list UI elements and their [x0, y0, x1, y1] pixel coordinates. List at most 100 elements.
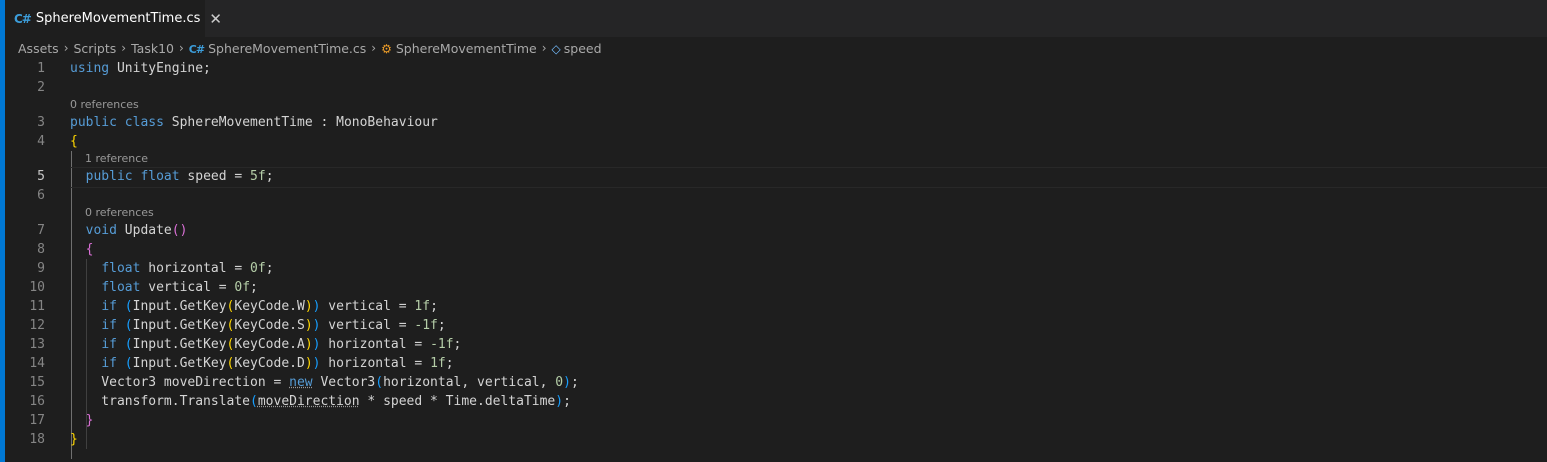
breadcrumb-scripts[interactable]: Scripts [74, 41, 117, 56]
code-line[interactable]: 10 float vertical = 0f; [5, 278, 1547, 297]
code-token: Input.GetKey [132, 337, 227, 352]
code-text: float vertical = 0f; [70, 278, 258, 297]
code-text: if (Input.GetKey(KeyCode.W)) vertical = … [70, 297, 438, 316]
code-token: Update [124, 223, 172, 238]
code-line[interactable]: 13 if (Input.GetKey(KeyCode.A)) horizont… [5, 335, 1547, 354]
code-token: float [140, 169, 180, 184]
code-token: ; [570, 375, 579, 390]
code-line[interactable]: 4{ [5, 132, 1547, 151]
code-line[interactable]: 16 transform.Translate(moveDirection * s… [5, 392, 1547, 411]
code-line[interactable]: 2 [5, 78, 1547, 97]
breadcrumb-task10[interactable]: Task10 [131, 41, 174, 56]
code-line[interactable]: 14 if (Input.GetKey(KeyCode.D)) horizont… [5, 354, 1547, 373]
codelens-references[interactable]: 0 references [5, 205, 1547, 221]
code-token: Vector3 moveDirection = [70, 375, 290, 390]
code-token: horizontal = [140, 261, 251, 276]
breadcrumb-field[interactable]: ◇ speed [552, 41, 602, 56]
close-icon[interactable]: ✕ [209, 10, 222, 28]
codelens-references[interactable]: 1 reference [5, 151, 1547, 167]
code-line[interactable]: 6 [5, 186, 1547, 205]
line-number: 1 [37, 61, 45, 76]
code-token: ( [375, 375, 384, 390]
code-token: Input.GetKey [132, 356, 227, 371]
code-line[interactable]: 17 } [5, 411, 1547, 430]
code-token: * speed * Time.deltaTime [359, 394, 556, 409]
codelens-label[interactable]: 0 references [70, 97, 139, 113]
tab-bar: C# SphereMovementTime.cs ✕ [5, 0, 1547, 37]
line-number: 12 [29, 318, 45, 333]
csharp-file-icon: C# [188, 42, 205, 56]
codelens-references[interactable]: 0 references [5, 97, 1547, 113]
code-token: public [70, 115, 117, 130]
breadcrumb-file-label: SphereMovementTime.cs [208, 40, 367, 56]
code-line[interactable]: 11 if (Input.GetKey(KeyCode.W)) vertical… [5, 297, 1547, 316]
code-line[interactable]: 9 float horizontal = 0f; [5, 259, 1547, 278]
line-number: 18 [29, 432, 45, 447]
code-token: if [101, 356, 117, 371]
code-text: if (Input.GetKey(KeyCode.D)) horizontal … [70, 354, 453, 373]
code-token: class [124, 115, 164, 130]
code-token: KeyCode.S [234, 318, 305, 333]
editor-tab[interactable]: C# SphereMovementTime.cs ✕ [5, 0, 222, 37]
code-token: public [85, 169, 133, 184]
code-text: void Update() [70, 221, 188, 240]
current-line-highlight [70, 167, 1547, 188]
line-number: 15 [29, 375, 45, 390]
code-token: horizontal, vertical, [383, 375, 556, 390]
code-token: if [101, 337, 117, 352]
code-token: ) [304, 356, 313, 371]
code-text: if (Input.GetKey(KeyCode.A)) horizontal … [70, 335, 461, 354]
chevron-right-icon: › [121, 41, 127, 55]
code-token: float [101, 280, 141, 295]
code-editor[interactable]: 0 references 1 reference 0 references 1 usin… [5, 59, 1547, 462]
breadcrumb-field-label: speed [563, 40, 602, 56]
line-number: 7 [37, 223, 45, 238]
code-token: -1f [430, 337, 454, 352]
code-text: } [70, 411, 94, 430]
line-number: 3 [37, 115, 45, 130]
line-number: 11 [29, 299, 45, 314]
code-token: void [85, 223, 117, 238]
code-token: ; [453, 337, 462, 352]
code-token: vertical = [140, 280, 235, 295]
field-icon: ◇ [551, 41, 561, 56]
line-number: 14 [29, 356, 45, 371]
code-line[interactable]: 12 if (Input.GetKey(KeyCode.S)) vertical… [5, 316, 1547, 335]
code-line[interactable]: 7 void Update() [5, 221, 1547, 240]
code-text: { [70, 132, 78, 151]
code-token: 1f [430, 356, 446, 371]
code-text: float horizontal = 0f; [70, 259, 273, 278]
code-line[interactable]: 18} [5, 430, 1547, 449]
code-token: if [101, 299, 117, 314]
codelens-label[interactable]: 0 references [85, 205, 154, 221]
code-line[interactable]: 5 public float speed = 5f; [5, 167, 1547, 188]
line-number: 16 [29, 394, 45, 409]
breadcrumb-class[interactable]: ⚙ SphereMovementTime [381, 41, 537, 56]
code-token: ; [250, 280, 258, 295]
code-token: ; [437, 318, 446, 333]
breadcrumb-assets[interactable]: Assets [18, 41, 59, 56]
line-number: 6 [37, 188, 45, 203]
chevron-right-icon: › [371, 41, 377, 55]
code-token: ; [563, 394, 571, 409]
code-token: } [85, 413, 94, 428]
code-token: -1f [414, 318, 438, 333]
code-token: 0f [234, 280, 251, 295]
code-line[interactable]: 8 { [5, 240, 1547, 259]
codelens-label[interactable]: 1 reference [85, 151, 148, 167]
code-token: Input.GetKey [132, 299, 227, 314]
code-line[interactable]: 1 using UnityEngine; [5, 59, 1547, 78]
code-line[interactable]: 15 Vector3 moveDirection = new Vector3(h… [5, 373, 1547, 392]
breadcrumb-file[interactable]: C# SphereMovementTime.cs [189, 41, 367, 56]
code-text: public class SphereMovementTime : MonoBe… [70, 113, 438, 132]
code-token: () [171, 223, 188, 238]
breadcrumb: Assets › Scripts › Task10 › C# SphereMove… [18, 37, 1547, 59]
line-number: 2 [37, 80, 45, 95]
code-line[interactable]: 3 public class SphereMovementTime : MonoB… [5, 113, 1547, 132]
